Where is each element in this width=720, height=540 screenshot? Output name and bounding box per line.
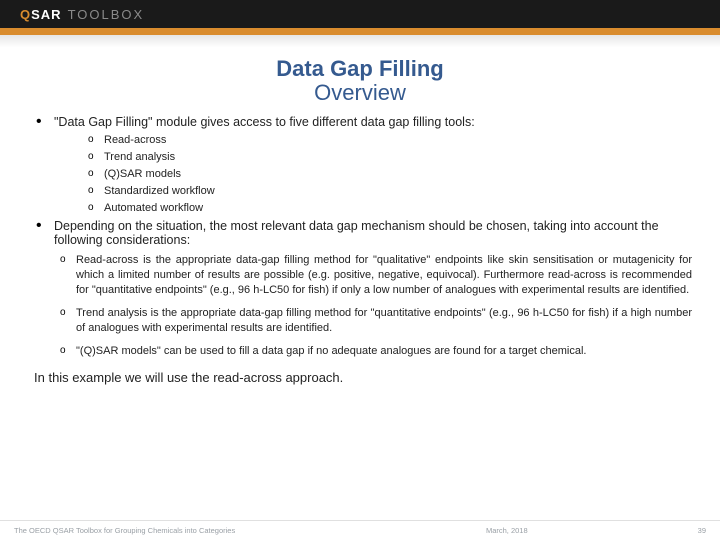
logo-qsar: QSAR [20, 7, 62, 22]
shadow-gradient [0, 35, 720, 53]
footer: The OECD QSAR Toolbox for Grouping Chemi… [0, 520, 720, 540]
logo-q: Q [20, 7, 31, 22]
bullet-text: "Data Gap Filling" module gives access t… [54, 115, 475, 129]
bullet-item: Depending on the situation, the most rel… [28, 219, 692, 358]
slide-content: Data Gap Filling Overview "Data Gap Fill… [0, 57, 720, 385]
bullet-list: "Data Gap Filling" module gives access t… [28, 115, 692, 358]
tool-item: Trend analysis [84, 151, 692, 163]
logo-sar: SAR [31, 7, 61, 22]
bullet-item: "Data Gap Filling" module gives access t… [28, 115, 692, 214]
tool-item: Read-across [84, 134, 692, 146]
consideration-item: Trend analysis is the appropriate data-g… [60, 306, 692, 336]
consideration-list: Read-across is the appropriate data-gap … [54, 253, 692, 358]
footer-date: March, 2018 [486, 526, 528, 535]
title-block: Data Gap Filling Overview [28, 57, 692, 105]
title-sub: Overview [28, 81, 692, 105]
bullet-text: Depending on the situation, the most rel… [54, 219, 659, 247]
tool-item: Standardized workflow [84, 185, 692, 197]
orange-accent-bar [0, 28, 720, 35]
title-main: Data Gap Filling [28, 57, 692, 81]
tool-list: Read-across Trend analysis (Q)SAR models… [54, 134, 692, 214]
consideration-item: Read-across is the appropriate data-gap … [60, 253, 692, 298]
consideration-item: "(Q)SAR models" can be used to fill a da… [60, 344, 692, 359]
footer-left: The OECD QSAR Toolbox for Grouping Chemi… [14, 526, 486, 535]
logo-toolbox: TOOLBOX [68, 7, 145, 22]
closing-text: In this example we will use the read-acr… [34, 370, 692, 385]
footer-page: 39 [698, 526, 706, 535]
header-bar: QSAR TOOLBOX [0, 0, 720, 28]
tool-item: (Q)SAR models [84, 168, 692, 180]
tool-item: Automated workflow [84, 202, 692, 214]
